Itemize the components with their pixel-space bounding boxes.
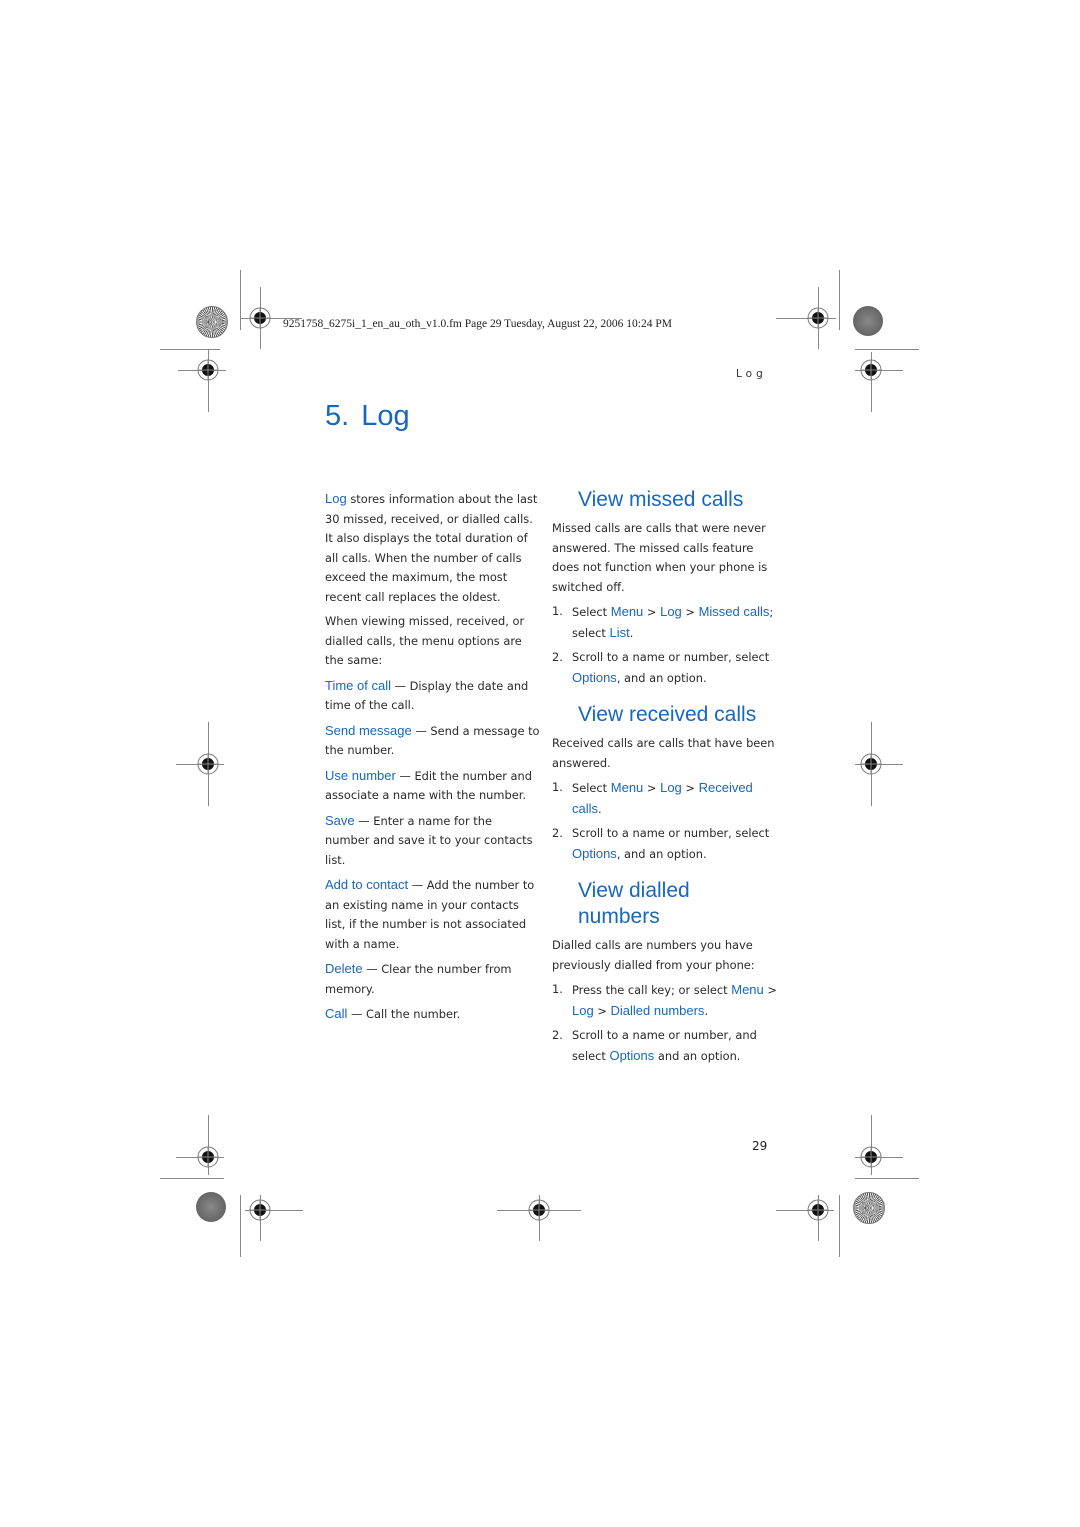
registration-target-icon (860, 753, 882, 775)
separator: > (681, 605, 699, 619)
step-text: , and an option. (616, 670, 707, 685)
registration-target-icon (807, 1199, 829, 1221)
section-body: Missed calls are calls that were never a… (552, 521, 768, 594)
file-info-header: 9251758_6275i_1_en_au_oth_v1.0.fm Page 2… (283, 318, 672, 330)
separator: > (593, 1003, 611, 1018)
option-item: Send message — Send a message to the num… (325, 721, 540, 761)
steps-list: 1. Select Menu > Log > Received calls. 2.… (552, 778, 777, 864)
option-item: Add to contact — Add the number to an ex… (325, 875, 540, 954)
menu-term: Menu (610, 780, 644, 795)
option-item: Delete — Clear the number from memory. (325, 959, 540, 999)
step-text: Select (572, 781, 611, 795)
step-text: . (598, 801, 602, 816)
option-item: Use number — Edit the number and associa… (325, 766, 540, 806)
step-text: , and an option. (616, 846, 707, 861)
menu-term: Log (660, 604, 682, 619)
step-number: 1. (552, 982, 563, 996)
separator: > (643, 781, 661, 795)
chapter-number: 5. (325, 400, 350, 432)
step-number: 2. (552, 1028, 563, 1042)
option-item: Call — Call the number. (325, 1004, 540, 1025)
registration-disc-icon (196, 306, 228, 338)
menu-term: Menu (610, 604, 644, 619)
registration-target-icon (807, 307, 829, 329)
option-term: Call (325, 1006, 348, 1021)
section-title: View dialled numbers (578, 879, 690, 928)
option-term: Save (325, 812, 355, 828)
step-item: 1. Press the call key; or select Menu > L… (552, 980, 777, 1021)
step-text: and an option. (654, 1048, 741, 1063)
option-term: Send message (325, 722, 412, 738)
term-log: Log (325, 491, 347, 506)
registration-disc-icon (853, 1192, 885, 1224)
chapter-title: 5. Log (325, 400, 410, 433)
option-desc: — Call the number. (347, 1007, 461, 1021)
page-number: 29 (752, 1139, 768, 1153)
intro-column: Log stores information about the last 30… (325, 489, 540, 1030)
menu-term: Options (572, 669, 617, 685)
step-number: 1. (552, 780, 563, 794)
section-received-calls: View received calls Received calls are c… (552, 702, 777, 869)
option-term: Delete (325, 961, 363, 976)
option-term: Time of call (325, 677, 391, 693)
running-head: Log (736, 368, 767, 380)
section-title: View received calls (578, 703, 757, 726)
registration-disc-icon (853, 306, 883, 336)
section-body: Received calls are calls that have been … (552, 736, 775, 770)
step-item: 2. Scroll to a name or number, and select… (552, 1026, 777, 1066)
option-term: Add to contact (325, 877, 409, 892)
registration-target-icon (197, 1146, 219, 1168)
registration-target-icon (249, 307, 271, 329)
menu-term: Menu (731, 982, 764, 997)
menu-term: Log (572, 1002, 594, 1018)
option-item: Time of call — Display the date and time… (325, 676, 540, 716)
registration-target-icon (528, 1199, 550, 1221)
intro-paragraph-2: When viewing missed, received, or dialle… (325, 614, 525, 667)
menu-term: Options (572, 845, 617, 861)
intro-text: stores information about the last 30 mis… (325, 492, 538, 604)
registration-target-icon (197, 753, 219, 775)
section-title: View missed calls (578, 488, 744, 511)
registration-target-icon (197, 359, 219, 381)
chapter-name: Log (361, 400, 410, 432)
registration-disc-icon (196, 1192, 226, 1222)
separator: > (643, 605, 661, 619)
steps-list: 1. Select Menu > Log > Missed calls; sele… (552, 602, 777, 688)
step-item: 1. Select Menu > Log > Missed calls; sele… (552, 602, 777, 643)
menu-term: Log (660, 780, 682, 795)
registration-target-icon (249, 1199, 271, 1221)
separator: > (681, 781, 699, 795)
step-text: Select (572, 605, 611, 619)
menu-term: Options (609, 1047, 655, 1063)
step-item: 2. Scroll to a name or number, select Opt… (552, 824, 777, 864)
option-term: Use number (325, 767, 396, 783)
menu-term: Dialled numbers (610, 1002, 705, 1018)
menu-term: List (609, 624, 630, 640)
registration-target-icon (860, 1146, 882, 1168)
steps-list: 1. Press the call key; or select Menu > L… (552, 980, 777, 1066)
menu-term: Missed calls (698, 604, 770, 619)
section-body: Dialled calls are numbers you have previ… (552, 938, 755, 972)
step-text: Scroll to a name or number, select (572, 650, 770, 664)
step-text: . (629, 625, 634, 640)
step-number: 2. (552, 650, 563, 664)
section-dialled-numbers: View dialled numbers Dialled calls are n… (552, 878, 777, 1071)
step-number: 2. (552, 826, 563, 840)
step-text: . (704, 1003, 709, 1018)
options-list: Time of call — Display the date and time… (325, 676, 540, 1025)
option-item: Save — Enter a name for the number and s… (325, 811, 540, 871)
step-item: 1. Select Menu > Log > Received calls. (552, 778, 777, 819)
intro-paragraph: Log stores information about the last 30… (325, 489, 540, 607)
section-missed-calls: View missed calls Missed calls are calls… (552, 487, 777, 693)
step-item: 2. Scroll to a name or number, select Opt… (552, 648, 777, 688)
registration-target-icon (860, 359, 882, 381)
step-text: Scroll to a name or number, select (572, 826, 770, 840)
step-number: 1. (552, 604, 563, 618)
separator: > (763, 983, 777, 997)
option-desc: — Enter a name for the number and save i… (325, 813, 533, 867)
step-text: Press the call key; or select (572, 983, 732, 997)
